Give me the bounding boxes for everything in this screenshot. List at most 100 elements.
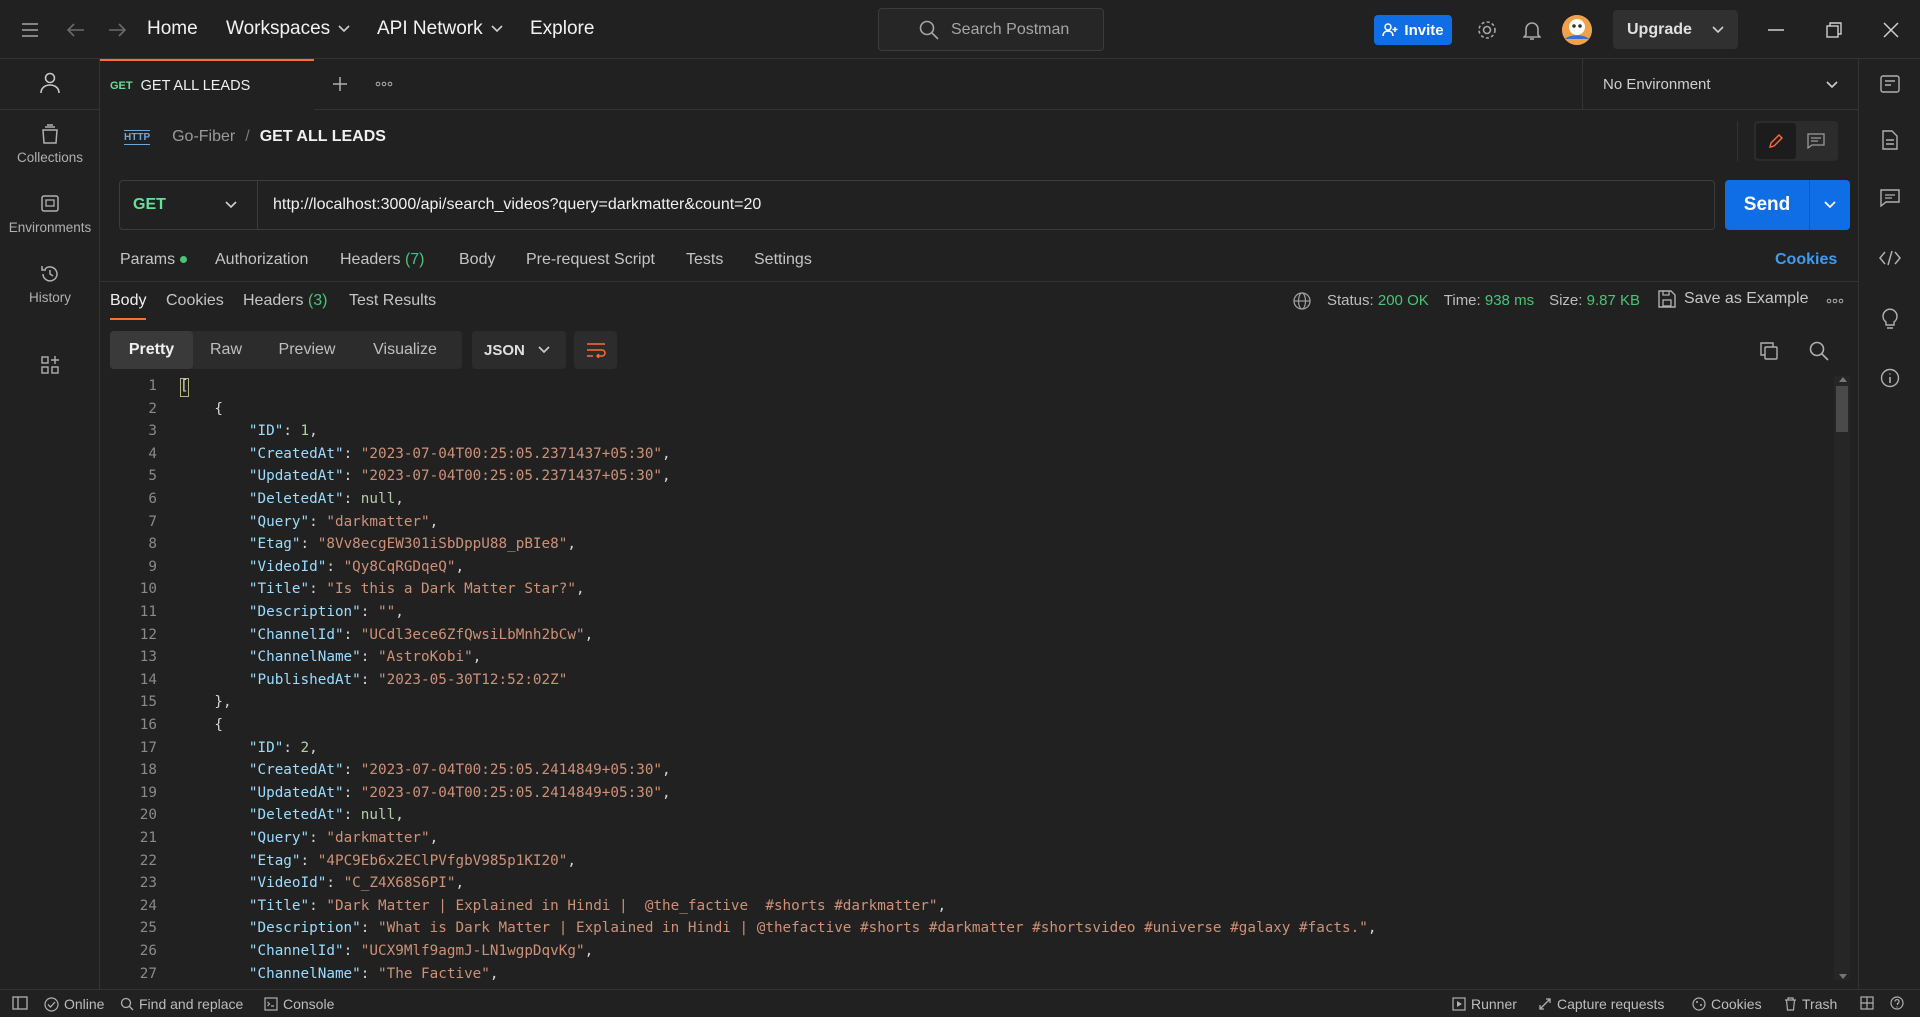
save-as-example-button[interactable]: Save as Example	[1658, 290, 1809, 308]
nav-workspaces[interactable]: Workspaces	[226, 18, 350, 40]
globe-icon[interactable]	[1293, 292, 1311, 310]
scrollbar-down-arrow[interactable]	[1839, 974, 1847, 979]
menu-icon[interactable]	[20, 20, 40, 40]
code-token: "Title"	[248, 581, 310, 597]
view-pretty[interactable]: Pretty	[110, 331, 193, 369]
settings-gear-icon[interactable]	[1475, 18, 1499, 42]
code-token: :	[309, 514, 327, 530]
more-options-icon[interactable]	[1826, 292, 1844, 310]
avatar[interactable]	[1562, 15, 1592, 45]
environment-select[interactable]: No Environment	[1582, 59, 1858, 110]
sidebar-item-collections[interactable]: Collections	[0, 124, 100, 165]
toggle-sidebar-icon[interactable]	[12, 996, 28, 1010]
invite-button[interactable]: Invite	[1374, 15, 1452, 45]
restore-icon[interactable]	[1824, 20, 1844, 40]
response-tab-cookies[interactable]: Cookies	[166, 292, 224, 310]
code-token: "2023-05-30T12:52:02Z"	[378, 672, 568, 688]
send-options-dropdown[interactable]	[1809, 180, 1850, 230]
line-number: 24	[139, 898, 157, 914]
nav-explore[interactable]: Explore	[530, 18, 594, 40]
code-token: ,	[455, 559, 465, 575]
upgrade-button[interactable]: Upgrade	[1613, 10, 1738, 49]
wrap-lines-button[interactable]	[574, 331, 617, 369]
nav-home[interactable]: Home	[147, 18, 198, 40]
view-visualize[interactable]: Visualize	[355, 331, 455, 369]
close-icon[interactable]	[1881, 20, 1901, 40]
cookies-link[interactable]: Cookies	[1775, 251, 1837, 269]
scrollbar-thumb[interactable]	[1836, 386, 1848, 432]
search-icon[interactable]	[1809, 341, 1829, 361]
method-select[interactable]: GET	[120, 181, 258, 229]
time-value: 938 ms	[1484, 292, 1535, 309]
code-token: ,	[309, 423, 318, 439]
response-body-editor[interactable]: 1[2 {3 "ID": 1, 4 "CreatedAt": "2023-07-0…	[110, 376, 1832, 981]
edit-pencil-icon[interactable]	[1756, 123, 1796, 159]
comment-icon[interactable]	[1796, 123, 1836, 159]
chevron-down-icon	[491, 25, 503, 33]
view-raw[interactable]: Raw	[193, 331, 259, 369]
minimize-icon[interactable]	[1766, 20, 1786, 40]
code-token: :	[360, 604, 378, 620]
tab-label: GET ALL LEADS	[140, 77, 251, 94]
line-number: 4	[148, 446, 157, 462]
scrollbar-up-arrow[interactable]	[1839, 377, 1847, 382]
console-button[interactable]: Console	[264, 996, 334, 1012]
capture-requests-button[interactable]: Capture requests	[1538, 996, 1664, 1012]
tab-authorization[interactable]: Authorization	[215, 251, 308, 269]
environment-quick-look-icon[interactable]	[1879, 73, 1901, 95]
forward-arrow-icon[interactable]	[107, 20, 127, 40]
line-number: 6	[148, 491, 157, 507]
new-tab-plus-icon[interactable]	[330, 74, 350, 94]
runner-button[interactable]: Runner	[1452, 996, 1517, 1012]
online-status[interactable]: Online	[44, 996, 104, 1012]
sidebar-item-environments[interactable]: Environments	[0, 194, 100, 235]
url-input[interactable]: http://localhost:3000/api/search_videos?…	[258, 196, 761, 214]
breadcrumb-request[interactable]: GET ALL LEADS	[260, 128, 386, 146]
cookies-button[interactable]: Cookies	[1692, 996, 1762, 1012]
line-number: 18	[139, 762, 157, 778]
view-preview[interactable]: Preview	[259, 331, 355, 369]
add-apps-icon[interactable]	[38, 353, 62, 377]
response-tab-headers[interactable]: Headers (3)	[243, 292, 328, 310]
documentation-icon[interactable]	[1879, 129, 1901, 151]
tab-headers[interactable]: Headers (7)	[340, 251, 425, 269]
format-select[interactable]: JSON	[472, 331, 566, 369]
capture-icon	[1539, 998, 1551, 1010]
lightbulb-icon[interactable]	[1879, 307, 1901, 329]
code-icon[interactable]	[1879, 247, 1901, 269]
code-token: 2	[300, 740, 310, 756]
tab-prerequest-script[interactable]: Pre-request Script	[526, 251, 655, 269]
notification-bell-icon[interactable]	[1520, 18, 1544, 42]
search-input[interactable]: Search Postman	[878, 8, 1104, 51]
two-pane-view-icon[interactable]	[1860, 996, 1874, 1010]
nav-api-network[interactable]: API Network	[377, 18, 503, 40]
tab-tests[interactable]: Tests	[686, 251, 723, 269]
send-button[interactable]: Send	[1725, 180, 1850, 230]
tab-body[interactable]: Body	[459, 251, 495, 269]
info-icon[interactable]	[1879, 367, 1901, 389]
response-tab-test-results[interactable]: Test Results	[349, 292, 436, 310]
tab-settings[interactable]: Settings	[754, 251, 812, 269]
comments-icon[interactable]	[1879, 187, 1901, 209]
breadcrumb-collection[interactable]: Go-Fiber	[172, 128, 235, 146]
code-line: "Title": "Dark Matter | Explained in Hin…	[180, 898, 946, 914]
copy-icon[interactable]	[1759, 341, 1779, 361]
tab-get-all-leads[interactable]: GET GET ALL LEADS	[100, 59, 314, 110]
scrollbar[interactable]	[1834, 376, 1850, 980]
trash-button[interactable]: Trash	[1784, 996, 1837, 1012]
sidebar-item-history[interactable]: History	[0, 264, 100, 305]
code-token: ,	[567, 853, 576, 869]
user-icon[interactable]	[38, 71, 62, 95]
tab-params[interactable]: Params	[120, 251, 187, 269]
code-token: ,	[567, 536, 576, 552]
more-tabs-icon[interactable]	[374, 74, 394, 94]
find-and-replace[interactable]: Find and replace	[120, 996, 243, 1012]
help-icon[interactable]	[1890, 996, 1904, 1010]
right-sidebar	[1858, 59, 1920, 989]
back-arrow-icon[interactable]	[66, 20, 86, 40]
response-tab-body[interactable]: Body	[110, 292, 146, 310]
line-number: 15	[139, 694, 157, 710]
line-number: 7	[148, 514, 157, 530]
